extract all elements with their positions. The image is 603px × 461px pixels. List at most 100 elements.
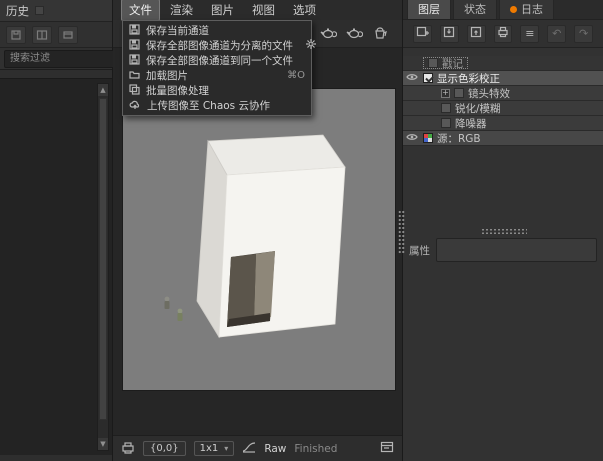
eye-icon [406,132,418,144]
save-preset-button[interactable] [439,24,459,43]
layer-label: 锐化/模糊 [455,102,501,115]
rgb-swatch-icon [423,133,433,143]
tab-stats[interactable]: 状态 [453,0,497,19]
rendered-image [123,89,395,390]
zoom-value: 1x1 [199,443,219,454]
render-viewport[interactable] [122,88,396,391]
display-correction-icon[interactable] [242,441,256,456]
menu-file[interactable]: 文件 [121,0,160,21]
denoiser-icon [441,118,451,128]
redo-button[interactable]: ↷ [574,24,594,43]
layer-tree: 戳记 显示色彩校正 + 镜头特效 锐化/模糊 降噪器 源：RGB [403,56,603,146]
history-panel-header: 历史 [0,0,112,22]
stamp-layer-marquee: 戳记 [423,57,468,70]
load-preset-icon [470,26,482,41]
save-history-icon [10,29,22,41]
vray-frame-buffer-window: 历史 ▾ ▲ [0,0,603,461]
scroll-up-icon[interactable]: ▲ [98,84,108,96]
interactive-kettle-icon[interactable] [372,25,388,43]
layer-row-source-rgb[interactable]: 源：RGB [403,131,603,146]
history-scrollbar[interactable]: ▲ ▼ [97,83,109,451]
layer-label: 镜头特效 [468,87,510,100]
eye-icon [406,72,418,84]
render-view-area: 文件 渲染 图片 视图 选项 保存当前通道 保存全部图像通道为分离的文件 保存全… [113,0,402,461]
stamp-layer-icon [428,58,438,68]
visibility-toggle[interactable] [405,72,419,84]
checkbox-icon[interactable] [423,73,433,83]
history-panel-title: 历史 [6,3,29,18]
layer-row-stamp[interactable]: 戳记 [403,56,603,71]
properties-section: 属性 [403,238,603,262]
tab-layers[interactable]: 图层 [407,0,451,19]
save-options-gear-icon[interactable] [305,38,317,53]
save-preset-icon [443,26,455,41]
tab-label: 日志 [521,3,543,16]
print-layers-button[interactable] [493,24,513,43]
scrollbar-thumb[interactable] [99,98,107,420]
tab-label: 图层 [418,3,440,16]
history-settings-button[interactable] [58,25,78,44]
save-history-button[interactable] [6,25,26,44]
properties-label: 属性 [409,245,430,257]
menu-item-upload-chaos-cloud[interactable]: 上传图像至 Chaos 云协作 [123,98,311,113]
tab-log[interactable]: 日志 [499,0,554,19]
folder-icon [129,69,140,83]
layer-row-display-correction[interactable]: 显示色彩校正 [403,71,603,86]
scrollbar-track[interactable] [98,96,108,438]
menu-item-label: 保存全部图像通道为分离的文件 [146,40,293,52]
scroll-down-icon[interactable]: ▼ [98,438,108,450]
console-icon[interactable] [380,441,394,456]
menu-item-label: 加载图片 [146,70,188,82]
properties-field[interactable] [436,238,597,262]
statusbar: {0,0} 1x1 ▾ Raw Finished [113,435,402,461]
menu-item-save-current-channel[interactable]: 保存当前通道 [123,23,311,38]
cloud-upload-icon [129,99,141,113]
layer-row-denoiser[interactable]: 降噪器 [403,116,603,131]
list-icon: ≡ [525,27,535,40]
floppy-icon [129,53,140,68]
tree-view-button[interactable]: ≡ [520,24,540,43]
stamp-icon[interactable] [121,441,135,457]
menu-options[interactable]: 选项 [285,0,324,21]
add-layer-button[interactable] [413,24,432,43]
render-teapot-icon[interactable] [346,25,364,43]
printer-icon [497,26,509,41]
render-last-teapot-icon[interactable] [320,25,338,43]
lens-effects-icon [454,88,464,98]
redo-icon: ↷ [578,27,589,40]
menu-image[interactable]: 图片 [203,0,242,21]
menu-item-save-all-separate[interactable]: 保存全部图像通道为分离的文件 [123,38,316,53]
expander-icon[interactable]: + [441,88,450,98]
layer-row-lens-effects[interactable]: + 镜头特效 [403,86,603,101]
menu-item-batch-processing[interactable]: 批量图像处理 [123,83,311,98]
zoom-select[interactable]: 1x1 ▾ [193,441,235,456]
history-toolbar [0,22,112,48]
pixel-coords: {0,0} [143,441,186,456]
raw-label[interactable]: Raw [264,443,286,455]
visibility-toggle[interactable] [405,132,419,144]
tab-label: 状态 [464,3,486,16]
compare-ab-icon [36,29,48,41]
history-settings-icon [62,29,74,41]
floppy-icon [129,38,140,53]
layer-label: 降噪器 [455,117,487,130]
menu-view[interactable]: 视图 [244,0,283,21]
compare-ab-button[interactable] [32,25,52,44]
menu-item-label: 上传图像至 Chaos 云协作 [147,100,270,112]
file-menu-dropdown: 保存当前通道 保存全部图像通道为分离的文件 保存全部图像通道到同一个文件 加载图… [122,20,316,116]
panel-menu-icon[interactable] [35,6,44,15]
undo-button[interactable]: ↶ [547,24,567,43]
undo-icon: ↶ [552,27,562,40]
menu-item-save-all-single[interactable]: 保存全部图像通道到同一个文件 [123,53,311,68]
properties-splitter-handle[interactable] [481,228,527,235]
menu-render[interactable]: 渲染 [162,0,201,21]
menu-shortcut: ⌘O [287,70,305,81]
history-panel: 历史 ▾ ▲ [0,0,162,461]
load-preset-button[interactable] [466,24,486,43]
layer-row-sharpen-blur[interactable]: 锐化/模糊 [403,101,603,116]
layer-label: 源：RGB [437,132,481,145]
menu-item-label: 保存全部图像通道到同一个文件 [146,55,293,67]
menu-item-load-image[interactable]: 加载图片 ⌘O [123,68,311,83]
history-list[interactable]: ▲ ▼ [0,78,112,455]
menu-item-label: 保存当前通道 [146,25,209,37]
